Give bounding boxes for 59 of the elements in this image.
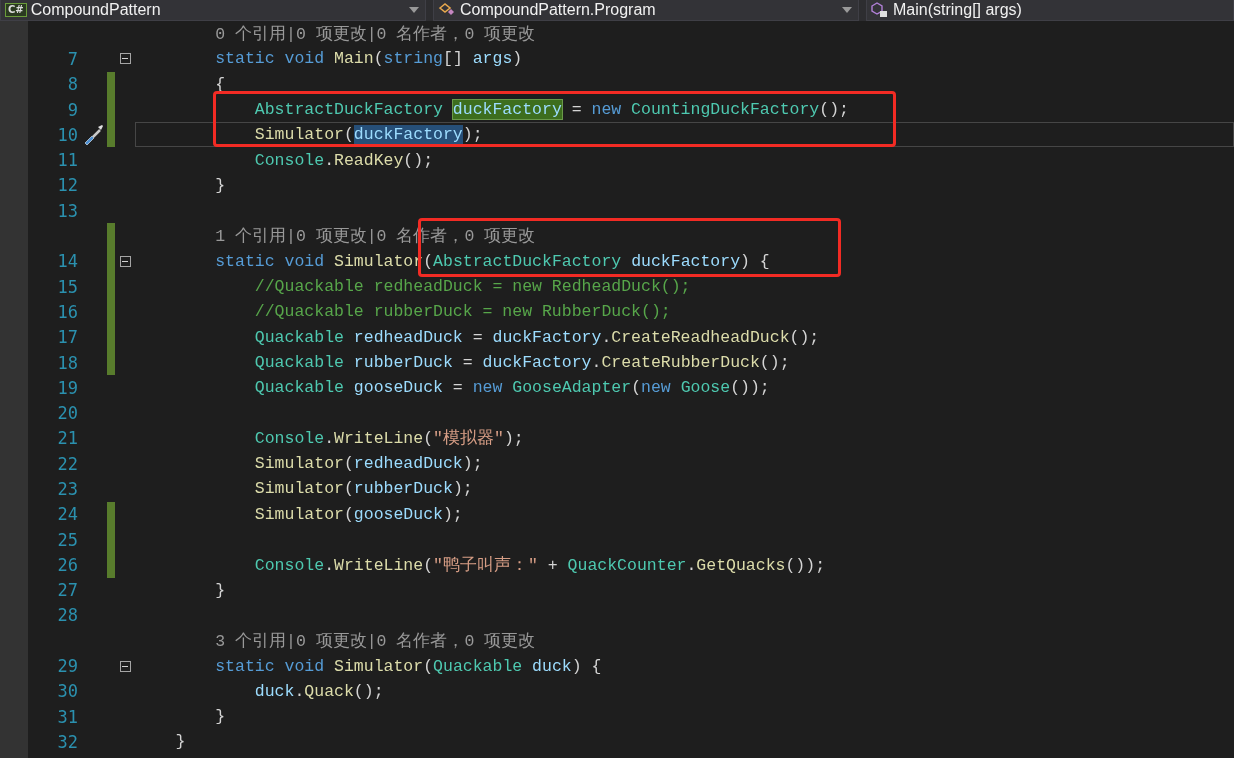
line-number: 27 <box>57 580 78 601</box>
code-line: //Quackable rubberDuck = new RubberDuck(); <box>253 302 671 322</box>
line-number: 18 <box>57 352 78 373</box>
code-line: static void Main(string[] args) <box>214 49 523 69</box>
line-number: 20 <box>57 403 78 424</box>
code-line: Console.WriteLine("模拟器"); <box>253 428 524 450</box>
dropdown-caret-icon <box>409 7 419 13</box>
line-number: 13 <box>57 200 78 221</box>
code-line: Quackable gooseDuck = new GooseAdapter(new Goose()); <box>253 378 770 398</box>
line-number: 19 <box>57 377 78 398</box>
line-number: 26 <box>57 554 78 575</box>
line-number: 10 <box>57 124 78 145</box>
line-number: 23 <box>57 479 78 499</box>
code-line: duck.Quack(); <box>253 681 384 701</box>
line-number: 32 <box>57 731 78 752</box>
line-number: 16 <box>57 301 78 322</box>
line-number: 24 <box>57 504 78 525</box>
line-number: 22 <box>57 453 78 474</box>
line-number: 21 <box>57 428 78 449</box>
method-lock-icon <box>871 2 889 18</box>
code-line: Simulator(rubberDuck); <box>253 479 473 499</box>
code-line: Quackable redheadDuck = duckFactory.CreateReadheadDuck(); <box>253 327 820 347</box>
csharp-project-icon: C# <box>5 3 27 17</box>
line-number: 8 <box>67 74 78 95</box>
line-number: 30 <box>57 681 78 702</box>
collapse-toggle[interactable] <box>119 53 131 65</box>
line-number: 12 <box>57 175 78 196</box>
code-line: Quackable rubberDuck = duckFactory.CreateRubberDuck(); <box>253 353 790 372</box>
line-number: 14 <box>57 251 78 272</box>
code-line: } <box>214 707 226 727</box>
navigation-dropdown[interactable]: C# CompoundPattern <box>0 0 426 21</box>
code-line: Simulator(gooseDuck); <box>253 504 463 524</box>
line-number: 31 <box>57 706 78 727</box>
code-line: Simulator(duckFactory); <box>253 125 483 145</box>
code-lens[interactable]: 0 个引用|0 项更改|0 名作者，0 项更改 <box>136 22 536 45</box>
line-number: 29 <box>57 656 78 677</box>
collapse-toggle[interactable] <box>119 255 131 267</box>
code-lens[interactable]: 3 个引用|0 项更改|0 名作者，0 项更改 <box>136 629 536 652</box>
code-line: } <box>214 175 226 195</box>
code-line: static void Simulator(Quackable duck) { <box>214 656 602 676</box>
class-icon <box>438 2 456 18</box>
line-number: 28 <box>57 605 78 626</box>
code-line: } <box>174 732 186 752</box>
line-number: 11 <box>57 150 78 171</box>
code-line: Simulator(redheadDuck); <box>253 454 483 474</box>
code-line: //Quackable redheadDuck = new RedheadDuck(); <box>253 277 691 297</box>
line-number: 25 <box>57 529 78 550</box>
line-number: 17 <box>57 327 78 348</box>
code-line: AbstractDuckFactory duckFactory = new CountingDuckFactory(); <box>253 100 849 120</box>
navigation-dropdown[interactable]: CompoundPattern.Program <box>433 0 859 21</box>
navigation-dropdown[interactable]: Main(string[] args) <box>866 0 1234 21</box>
dropdown-caret-icon <box>842 7 852 13</box>
collapse-toggle[interactable] <box>119 660 131 672</box>
line-number: 9 <box>67 99 78 120</box>
code-line: Console.WriteLine("鸭子叫声：" + QuackCounter.GetQuacks()); <box>253 554 826 576</box>
code-line: } <box>214 580 226 600</box>
code-line: Console.ReadKey(); <box>253 150 434 170</box>
line-number: 15 <box>57 276 78 297</box>
line-number: 7 <box>67 48 78 69</box>
